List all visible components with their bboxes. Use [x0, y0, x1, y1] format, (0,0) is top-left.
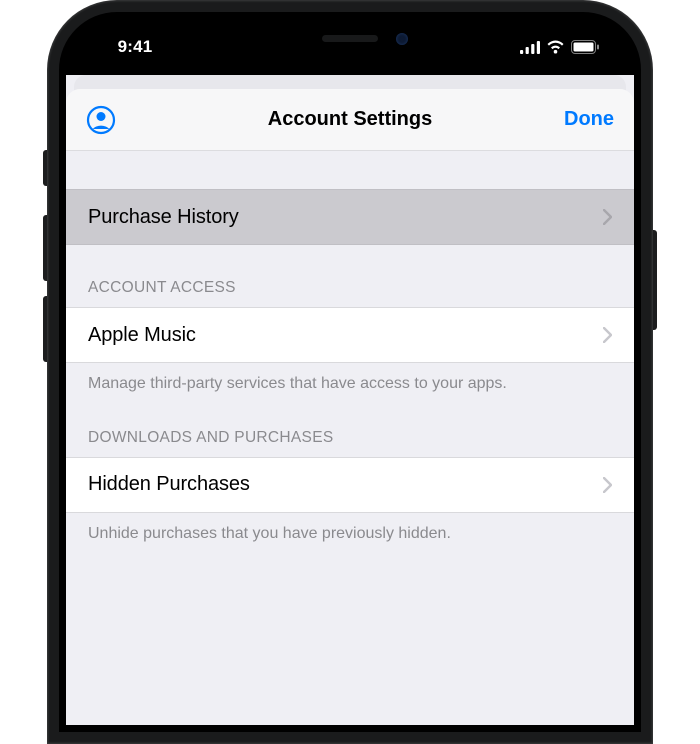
nav-bar: Account Settings Done — [66, 89, 634, 151]
notch — [234, 19, 466, 57]
phone-frame: 9:41 — [47, 0, 653, 744]
done-button[interactable]: Done — [564, 108, 614, 131]
settings-list: Purchase History ACCOUNT ACCESS Apple Mu… — [66, 151, 634, 544]
page-title: Account Settings — [66, 108, 634, 131]
apple-music-cell[interactable]: Apple Music — [66, 307, 634, 363]
account-access-header: ACCOUNT ACCESS — [66, 245, 634, 307]
cell-label: Hidden Purchases — [88, 473, 250, 496]
person-circle-icon — [86, 105, 116, 135]
hidden-purchases-cell[interactable]: Hidden Purchases — [66, 457, 634, 513]
modal-sheet: Account Settings Done Purchase History A… — [66, 89, 634, 725]
status-time: 9:41 — [100, 31, 170, 57]
purchase-history-cell[interactable]: Purchase History — [66, 189, 634, 245]
wifi-icon — [546, 40, 565, 54]
account-access-footer: Manage third-party services that have ac… — [66, 363, 634, 395]
downloads-footer: Unhide purchases that you have previousl… — [66, 513, 634, 545]
chevron-right-icon — [603, 477, 612, 493]
downloads-header: DOWNLOADS AND PURCHASES — [66, 395, 634, 457]
screen: 9:41 — [66, 19, 634, 725]
profile-button[interactable] — [86, 105, 116, 135]
chevron-right-icon — [603, 327, 612, 343]
status-icons — [520, 34, 600, 54]
front-camera — [396, 33, 408, 45]
chevron-right-icon — [603, 209, 612, 225]
battery-icon — [571, 40, 600, 54]
speaker-grille — [322, 35, 378, 42]
mute-switch — [43, 150, 47, 186]
volume-up-button — [43, 215, 47, 281]
volume-down-button — [43, 296, 47, 362]
cellular-icon — [520, 41, 540, 54]
cell-label: Purchase History — [88, 206, 239, 229]
power-button — [653, 230, 657, 330]
cell-label: Apple Music — [88, 324, 196, 347]
